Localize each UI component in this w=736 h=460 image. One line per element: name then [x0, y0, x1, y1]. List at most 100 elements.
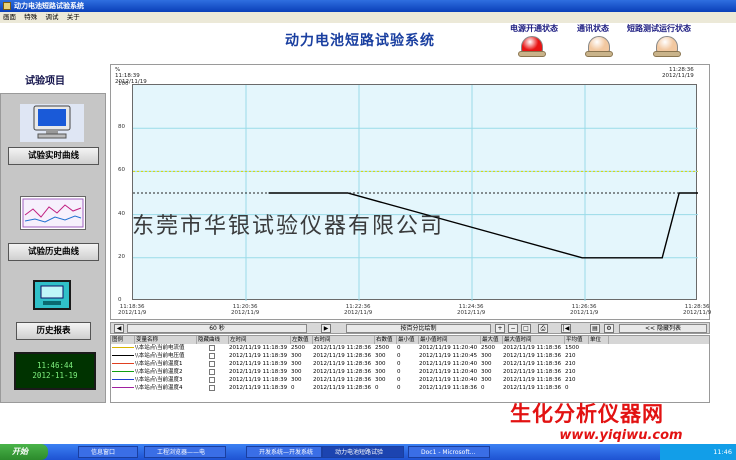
y-tick-label: 0	[118, 297, 122, 303]
cell-right-time: 2012/11/19 11:28:36	[313, 353, 372, 359]
save-icon[interactable]: ▤	[590, 324, 600, 333]
plot-mode-select[interactable]: 按百分比绘制	[346, 324, 491, 333]
logo-cn: 生化分析仪器网	[510, 402, 664, 426]
hide-curve-checkbox[interactable]	[209, 360, 219, 368]
x-tick-label: 11:18:36 2012/11/9	[118, 304, 147, 316]
cell-left-val: 300	[291, 353, 302, 359]
task-word-doc[interactable]: Doc1 - Microsoft...	[408, 446, 490, 458]
zoom-fit-icon[interactable]: □	[521, 324, 531, 333]
cell-avg: 210	[565, 369, 576, 375]
hide-curve-checkbox[interactable]	[209, 384, 219, 392]
y-tick-label: 40	[118, 210, 125, 217]
chart-right-header: 11:28:36 2012/11/19	[662, 67, 694, 79]
comm-status-label: 通讯状态	[577, 23, 609, 33]
task-project-browser[interactable]: 工程浏览器——电	[144, 446, 226, 458]
x-tick-label: 11:26:36 2012/11/9	[570, 304, 599, 316]
table-row[interactable]: \\本站点\当前温度2 2012/11/19 11:18:39 300 2012/11…	[111, 368, 709, 376]
first-page-icon[interactable]: |◀	[561, 324, 571, 333]
clock-date: 2012-11-19	[32, 371, 78, 380]
cell-name: \\本站点\当前温度3	[135, 377, 183, 383]
zoom-out-icon[interactable]: −	[508, 324, 518, 333]
cell-left-val: 300	[291, 369, 302, 375]
scroll-right-button[interactable]: ▶	[321, 324, 331, 333]
col-right-time: 右时间	[313, 336, 375, 344]
legend-swatch	[112, 376, 134, 384]
col-avg: 平均值	[565, 336, 589, 344]
cell-min-time: 2012/11/19 11:20:40	[419, 345, 478, 351]
menu-item-special[interactable]: 特殊	[24, 13, 37, 21]
history-report-button[interactable]: 历史报表	[16, 322, 91, 340]
zoom-in-icon[interactable]: +	[495, 324, 505, 333]
realtime-curve-button[interactable]: 试验实时曲线	[8, 147, 99, 165]
monitor-icon[interactable]	[20, 104, 84, 142]
menu-item-screen[interactable]: 画面	[3, 13, 16, 21]
cell-right-val: 0	[375, 385, 379, 391]
variable-table: 图例 变量名称 隐藏曲线 左时间 左数值 右时间 右数值 最小值 最小值时间 最…	[110, 335, 710, 403]
task-battery-test[interactable]: 动力电池短路试验	[322, 446, 404, 458]
x-tick-label: 11:20:36 2012/11/9	[231, 304, 260, 316]
task-dev-system[interactable]: 开发系统—开发系统	[246, 446, 322, 458]
history-chart-graphic	[22, 198, 84, 228]
cell-right-val: 300	[375, 369, 386, 375]
history-curve-button[interactable]: 试验历史曲线	[8, 243, 99, 261]
menu-item-debug[interactable]: 调试	[45, 13, 58, 21]
cell-max: 0	[481, 385, 485, 391]
hide-curve-checkbox[interactable]	[209, 376, 219, 384]
cell-right-val: 300	[375, 361, 386, 367]
cell-name: \\本站点\当前温度4	[135, 385, 183, 391]
col-left-time: 左时间	[229, 336, 291, 344]
window-title: 动力电池短路试验系统	[14, 2, 84, 10]
cell-left-time: 2012/11/19 11:18:39	[229, 377, 288, 383]
cell-unit	[589, 344, 609, 352]
cell-avg: 210	[565, 377, 576, 383]
x-tick-label: 11:24:36 2012/11/9	[457, 304, 486, 316]
print-icon[interactable]: ⎙	[538, 324, 548, 333]
cell-max-time: 2012/11/19 11:18:36	[503, 361, 562, 367]
report-device-icon[interactable]	[33, 280, 71, 310]
site-logo: 生化分析仪器网 www.yiqiwu.com	[510, 398, 732, 444]
cell-avg: 210	[565, 353, 576, 359]
clock-display: 11:46:44 2012-11-19	[14, 352, 96, 390]
interval-field[interactable]: 60 秒	[127, 324, 307, 333]
table-header: 图例 变量名称 隐藏曲线 左时间 左数值 右时间 右数值 最小值 最小值时间 最…	[111, 336, 709, 344]
power-status-label: 电源开通状态	[510, 23, 558, 33]
table-row[interactable]: \\本站点\当前电流值 2012/11/19 11:18:39 2500 2012/1…	[111, 344, 709, 352]
cell-min: 0	[397, 345, 401, 351]
legend-swatch	[112, 384, 134, 392]
table-row[interactable]: \\本站点\当前温度1 2012/11/19 11:18:39 300 2012/11…	[111, 360, 709, 368]
hide-list-button[interactable]: << 隐藏列表	[619, 324, 707, 333]
cell-min: 0	[397, 369, 401, 375]
chart-icon[interactable]	[20, 196, 86, 230]
table-row[interactable]: \\本站点\当前温度4 2012/11/19 11:18:39 0 2012/11/1…	[111, 384, 709, 392]
cell-left-time: 2012/11/19 11:18:39	[229, 385, 288, 391]
cell-avg: 1500	[565, 345, 579, 351]
cell-name: \\本站点\当前温度2	[135, 369, 183, 375]
cell-min-time: 2012/11/19 11:20:40	[419, 369, 478, 375]
settings-icon[interactable]: ⚙	[604, 324, 614, 333]
scroll-left-button[interactable]: ◀	[114, 324, 124, 333]
cell-avg: 0	[565, 385, 569, 391]
col-unit: 单位	[589, 336, 609, 344]
table-row[interactable]: \\本站点\当前温度3 2012/11/19 11:18:39 300 2012/11…	[111, 376, 709, 384]
hide-curve-checkbox[interactable]	[209, 352, 219, 360]
col-min-time: 最小值时间	[419, 336, 481, 344]
plot-area[interactable]	[132, 84, 736, 301]
cell-left-val: 2500	[291, 345, 305, 351]
menu-item-about[interactable]: 关于	[67, 13, 80, 21]
hide-curve-checkbox[interactable]	[209, 344, 219, 352]
cell-name: \\本站点\当前温度1	[135, 361, 183, 367]
cell-right-time: 2012/11/19 11:28:36	[313, 369, 372, 375]
menu-bar: 画面 特殊 调试 关于	[0, 12, 736, 23]
y-tick-label: 80	[118, 124, 125, 131]
comm-status-lamp-icon	[584, 36, 614, 58]
cell-max-time: 2012/11/19 11:18:36	[503, 385, 562, 391]
table-row[interactable]: \\本站点\当前电压值 2012/11/19 11:18:39 300 2012/11…	[111, 352, 709, 360]
x-tick-label: 11:22:36 2012/11/9	[344, 304, 373, 316]
cell-max: 300	[481, 377, 492, 383]
start-button[interactable]: 开始	[0, 444, 48, 460]
hide-curve-checkbox[interactable]	[209, 368, 219, 376]
task-info-window[interactable]: 信息窗口	[78, 446, 138, 458]
cell-left-time: 2012/11/19 11:18:39	[229, 345, 288, 351]
system-tray: 11:46	[660, 444, 736, 460]
cell-unit	[589, 360, 609, 368]
